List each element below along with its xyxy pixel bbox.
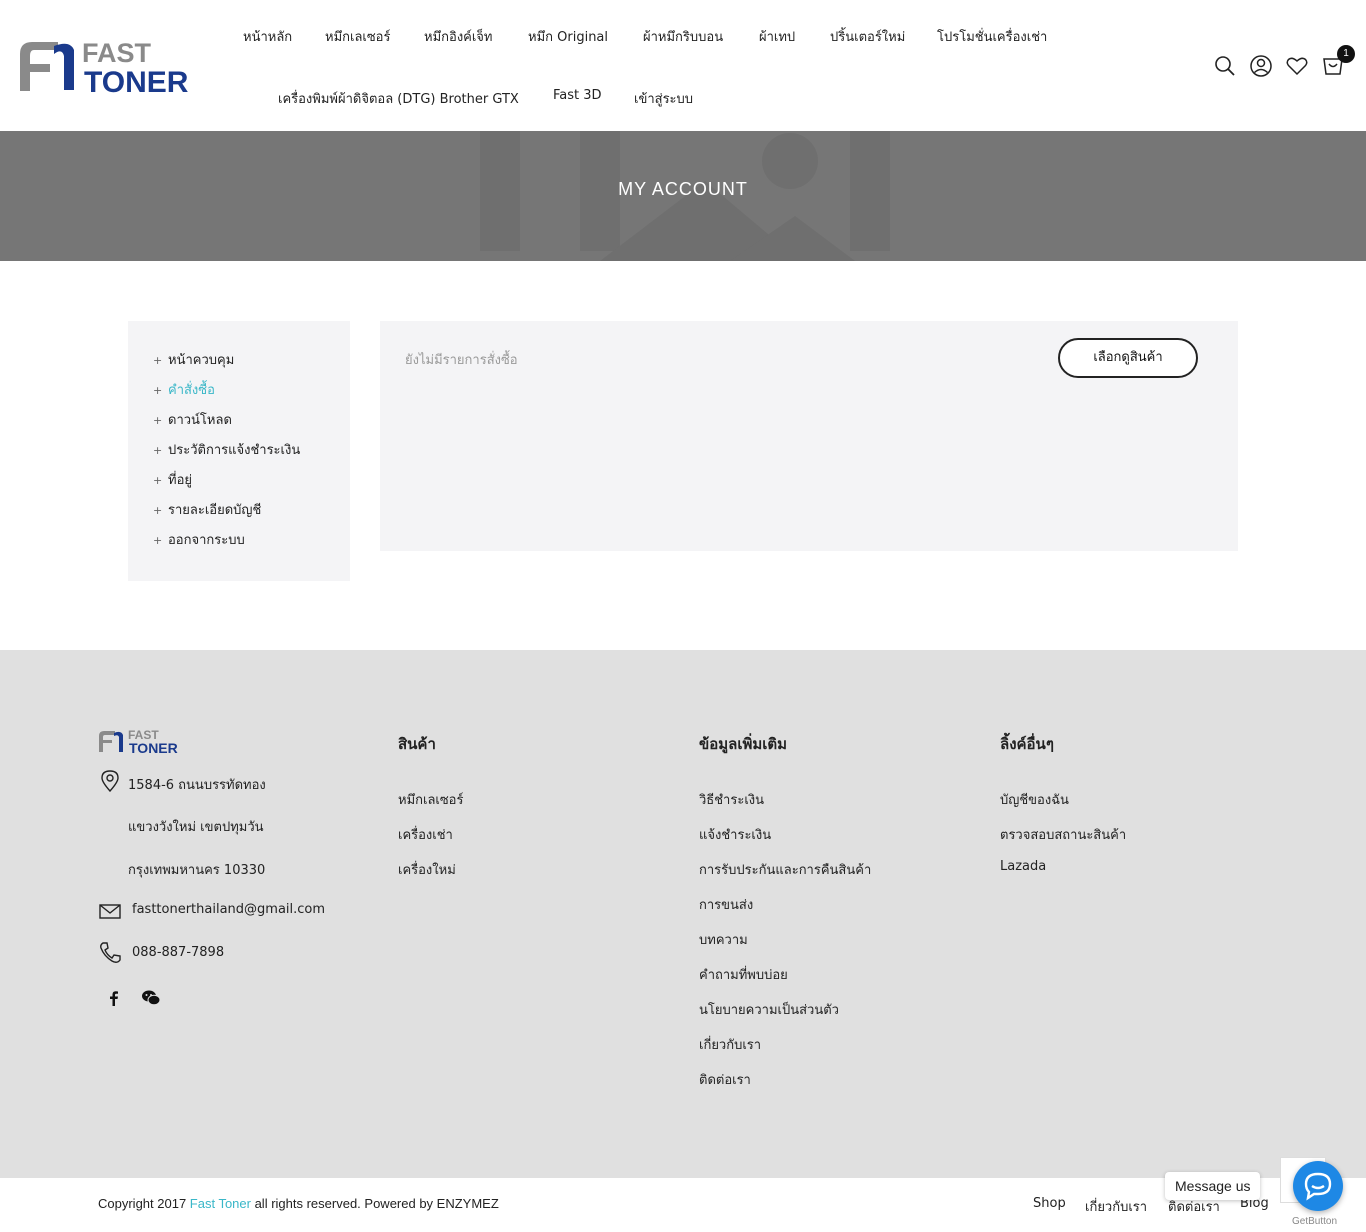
messenger-chat-button[interactable] bbox=[1293, 1161, 1343, 1211]
search-icon[interactable] bbox=[1213, 54, 1237, 78]
bottom-bar: Copyright 2017 Fast Toner all rights res… bbox=[0, 1178, 1366, 1232]
page-title: MY ACCOUNT bbox=[618, 179, 748, 199]
site-footer: FAST TONER 1584-6 ถนนบรรทัดทอง แขวงวังให… bbox=[0, 650, 1366, 1178]
plus-icon: + bbox=[153, 414, 163, 427]
footer-logo[interactable]: FAST TONER bbox=[98, 728, 194, 754]
wechat-icon[interactable] bbox=[141, 988, 161, 1008]
bottom-link-shop[interactable]: Shop bbox=[1033, 1196, 1066, 1211]
address-line-1: 1584-6 ถนนบรรทัดทอง bbox=[128, 778, 266, 793]
address-line-2: แขวงวังใหม่ เขตปทุมวัน bbox=[128, 820, 264, 835]
site-header: FAST TONER หน้าหลัก หมึกเลเซอร์ หมึกอิงค… bbox=[0, 0, 1366, 131]
footer-link-rental[interactable]: เครื่องเช่า bbox=[398, 824, 453, 845]
nav-item-login[interactable]: เข้าสู่ระบบ bbox=[634, 88, 693, 109]
logo-text-bottom: TONER bbox=[84, 66, 189, 96]
bottom-link-about[interactable]: เกี่ยวกับเรา bbox=[1085, 1196, 1147, 1217]
heart-icon[interactable] bbox=[1285, 54, 1309, 78]
nav-item-home[interactable]: หน้าหลัก bbox=[243, 26, 292, 47]
copyright-brand-link[interactable]: Fast Toner bbox=[190, 1196, 251, 1211]
account-nav-label: หน้าควบคุม bbox=[168, 353, 235, 368]
footer-link-faq[interactable]: คำถามที่พบบ่อย bbox=[699, 964, 788, 985]
account-nav-label: ออกจากระบบ bbox=[168, 533, 245, 548]
cart-count-badge: 1 bbox=[1337, 45, 1355, 63]
footer-link-warranty-returns[interactable]: การรับประกันและการคืนสินค้า bbox=[699, 859, 871, 880]
nav-item-new-printer[interactable]: ปริ้นเตอร์ใหม่ bbox=[830, 26, 905, 47]
nav-item-fast-3d[interactable]: Fast 3D bbox=[553, 88, 602, 103]
no-orders-message: ยังไม่มีรายการสั่งซื้อ bbox=[405, 353, 518, 368]
footer-link-laser-ink[interactable]: หมึกเลเซอร์ bbox=[398, 789, 463, 810]
account-nav-label: ดาวน์โหลด bbox=[168, 413, 232, 428]
account-nav-payment-history[interactable]: + ประวัติการแจ้งชำระเงิน bbox=[153, 439, 300, 460]
plus-icon: + bbox=[153, 354, 163, 367]
footer-link-lazada[interactable]: Lazada bbox=[1000, 859, 1046, 874]
footer-link-contact[interactable]: ติดต่อเรา bbox=[699, 1069, 751, 1090]
footer-link-articles[interactable]: บทความ bbox=[699, 929, 748, 950]
footer-phone-link[interactable]: 088-887-7898 bbox=[132, 945, 224, 960]
footer-link-my-account[interactable]: บัญชีของฉัน bbox=[1000, 789, 1069, 810]
copyright-prefix: Copyright 2017 bbox=[98, 1196, 190, 1211]
plus-icon: + bbox=[153, 534, 163, 547]
footer-link-order-tracking[interactable]: ตรวจสอบสถานะสินค้า bbox=[1000, 824, 1126, 845]
account-navigation: + หน้าควบคุม + คำสั่งซื้อ + ดาวน์โหลด + ประว… bbox=[128, 321, 350, 581]
account-nav-dashboard[interactable]: + หน้าควบคุม bbox=[153, 349, 234, 370]
account-nav-label: คำสั่งซื้อ bbox=[168, 383, 215, 398]
phone-icon bbox=[100, 942, 121, 963]
account-nav-label: ที่อยู่ bbox=[168, 473, 192, 488]
footer-heading-more-info: ข้อมูลเพิ่มเติม bbox=[699, 735, 788, 753]
footer-email-link[interactable]: fasttonerthailand@gmail.com bbox=[132, 902, 325, 917]
user-icon[interactable] bbox=[1249, 54, 1273, 78]
account-nav-logout[interactable]: + ออกจากระบบ bbox=[153, 529, 245, 550]
nav-item-laser-ink[interactable]: หมึกเลเซอร์ bbox=[325, 26, 390, 47]
footer-heading-other-links: ลิ้งค์อื่นๆ bbox=[1000, 735, 1054, 753]
plus-icon: + bbox=[153, 504, 163, 517]
page-banner: MY ACCOUNT bbox=[0, 131, 1366, 261]
footer-heading-products: สินค้า bbox=[398, 735, 436, 753]
footer-link-privacy[interactable]: นโยบายความเป็นส่วนตัว bbox=[699, 999, 839, 1020]
location-pin-icon bbox=[101, 770, 119, 792]
account-nav-account-details[interactable]: + รายละเอียดบัญชี bbox=[153, 499, 261, 520]
getbutton-credit: GetButton bbox=[1292, 1216, 1338, 1227]
logo-text-top: FAST bbox=[82, 38, 152, 68]
fast-toner-logo[interactable]: FAST TONER bbox=[18, 36, 210, 96]
chat-bubble-icon bbox=[1304, 1172, 1332, 1201]
footer-link-payment-notify[interactable]: แจ้งชำระเงิน bbox=[699, 824, 771, 845]
address-line-3: กรุงเทพมหานคร 10330 bbox=[128, 863, 266, 878]
orders-panel: ยังไม่มีรายการสั่งซื้อ เลือกดูสินค้า bbox=[380, 321, 1238, 551]
message-us-label[interactable]: Message us bbox=[1165, 1172, 1261, 1200]
facebook-icon[interactable] bbox=[104, 988, 124, 1008]
account-nav-downloads[interactable]: + ดาวน์โหลด bbox=[153, 409, 232, 430]
nav-item-ribbon[interactable]: ผ้าหมึกริบบอน bbox=[643, 26, 723, 47]
copyright-suffix: all rights reserved. Powered by ENZYMEZ bbox=[250, 1196, 499, 1211]
footer-link-shipping[interactable]: การขนส่ง bbox=[699, 894, 753, 915]
nav-item-rental-promo[interactable]: โปรโมชั่นเครื่องเช่า bbox=[937, 26, 1047, 47]
account-nav-addresses[interactable]: + ที่อยู่ bbox=[153, 469, 192, 490]
nav-item-original-ink[interactable]: หมึก Original bbox=[528, 26, 608, 47]
account-nav-label: ประวัติการแจ้งชำระเงิน bbox=[168, 443, 301, 458]
copyright-text: Copyright 2017 Fast Toner all rights res… bbox=[98, 1196, 499, 1211]
account-nav-orders[interactable]: + คำสั่งซื้อ bbox=[153, 379, 215, 400]
plus-icon: + bbox=[153, 444, 163, 457]
plus-icon: + bbox=[153, 384, 163, 397]
mail-icon bbox=[99, 904, 121, 919]
nav-item-dtg-printer[interactable]: เครื่องพิมพ์ผ้าดิจิตอล (DTG) Brother GTX bbox=[278, 88, 519, 109]
footer-logo-text-bottom: TONER bbox=[129, 740, 178, 754]
account-nav-label: รายละเอียดบัญชี bbox=[168, 503, 262, 518]
browse-products-button[interactable]: เลือกดูสินค้า bbox=[1058, 338, 1198, 378]
footer-link-payment-method[interactable]: วิธีชำระเงิน bbox=[699, 789, 764, 810]
nav-item-tape[interactable]: ผ้าเทป bbox=[759, 26, 795, 47]
footer-link-new-machine[interactable]: เครื่องใหม่ bbox=[398, 859, 456, 880]
nav-item-inkjet-ink[interactable]: หมึกอิงค์เจ็ท bbox=[424, 26, 493, 47]
plus-icon: + bbox=[153, 474, 163, 487]
footer-link-about[interactable]: เกี่ยวกับเรา bbox=[699, 1034, 761, 1055]
